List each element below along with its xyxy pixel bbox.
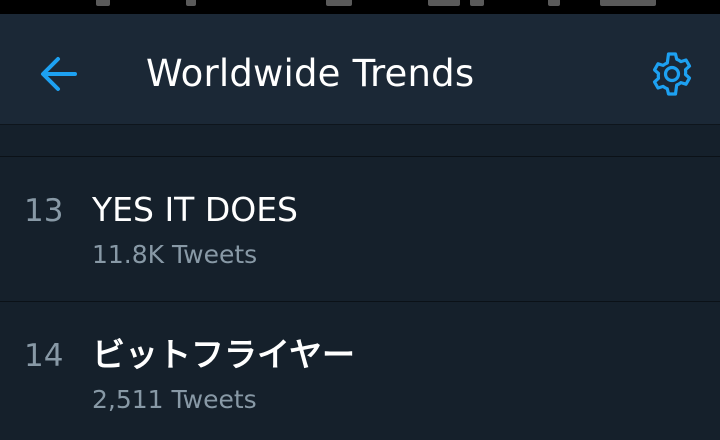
signal-icon — [428, 0, 460, 6]
status-icon — [470, 0, 484, 6]
trend-item[interactable]: 13 YES IT DOES 11.8K Tweets — [0, 157, 720, 302]
trend-item[interactable]: 14 ビットフライヤー 2,511 Tweets — [0, 302, 720, 440]
clock-icon — [600, 0, 656, 6]
page-title: Worldwide Trends — [146, 52, 475, 95]
trend-rank: 13 — [24, 193, 64, 229]
arrow-left-icon — [41, 57, 77, 91]
status-icon — [186, 0, 196, 6]
status-icon — [96, 0, 110, 6]
settings-button[interactable] — [644, 46, 700, 102]
status-bar — [0, 0, 720, 14]
trends-list-top-gap — [0, 125, 720, 157]
gear-icon — [652, 52, 692, 96]
trend-tweet-count: 2,511 Tweets — [92, 385, 257, 414]
trend-rank: 14 — [24, 338, 64, 374]
trend-name: YES IT DOES — [92, 190, 299, 229]
trend-name: ビットフライヤー — [92, 335, 356, 374]
screen: Worldwide Trends 13 YES IT DOES 11.8K Tw… — [0, 0, 720, 440]
app-bar: Worldwide Trends — [0, 14, 720, 125]
back-button[interactable] — [30, 46, 86, 102]
status-icon — [326, 0, 352, 6]
trend-tweet-count: 11.8K Tweets — [92, 240, 258, 269]
status-icon — [548, 0, 560, 6]
